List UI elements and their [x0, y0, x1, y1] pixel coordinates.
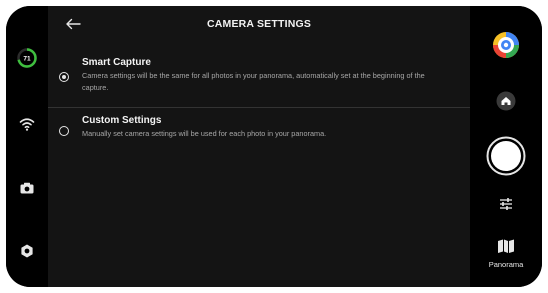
smart-capture-radio[interactable]: [59, 72, 69, 82]
battery-level-text: 71: [23, 56, 31, 63]
option-custom-settings[interactable]: Custom Settings Manually set camera sett…: [48, 108, 470, 158]
camera-icon: [20, 182, 34, 194]
back-arrow-icon: [66, 18, 81, 30]
panorama-button[interactable]: [470, 238, 542, 254]
shutter-button[interactable]: [470, 136, 542, 176]
home-icon: [496, 91, 516, 111]
panorama-label: Panorama: [488, 259, 524, 269]
wifi-button[interactable]: [6, 116, 48, 132]
wifi-icon: [19, 118, 35, 131]
maps-app-button[interactable]: [470, 30, 542, 60]
custom-settings-description: Manually set camera settings will be use…: [82, 129, 327, 138]
battery-ring-icon: 71: [17, 48, 37, 68]
right-sidebar: Panorama: [470, 6, 542, 287]
back-button[interactable]: [62, 14, 84, 34]
settings-button[interactable]: [6, 244, 48, 258]
page-title: CAMERA SETTINGS: [206, 18, 312, 30]
settings-gear-icon: [21, 244, 33, 258]
custom-settings-title: Custom Settings: [82, 115, 162, 126]
left-sidebar: 71: [6, 6, 48, 287]
settings-panel: CAMERA SETTINGS Smart Capture Camera set…: [48, 6, 470, 287]
home-button[interactable]: [470, 90, 542, 112]
smart-capture-title: Smart Capture: [82, 57, 151, 68]
camera-settings-screen: 71 CAMERA SETTINGS Smart Capture Camera …: [6, 6, 542, 287]
header: CAMERA SETTINGS: [48, 6, 470, 42]
custom-settings-radio[interactable]: [59, 126, 69, 136]
map-icon: [498, 239, 514, 253]
option-smart-capture[interactable]: Smart Capture Camera settings will be th…: [48, 42, 470, 107]
smart-capture-description: Camera settings will be the same for all…: [82, 71, 425, 92]
adjust-settings-button[interactable]: [470, 194, 542, 214]
battery-indicator: 71: [6, 48, 48, 68]
sliders-icon: [500, 198, 512, 210]
shutter-icon: [486, 136, 526, 176]
google-maps-icon: [493, 32, 519, 58]
camera-button[interactable]: [6, 182, 48, 194]
